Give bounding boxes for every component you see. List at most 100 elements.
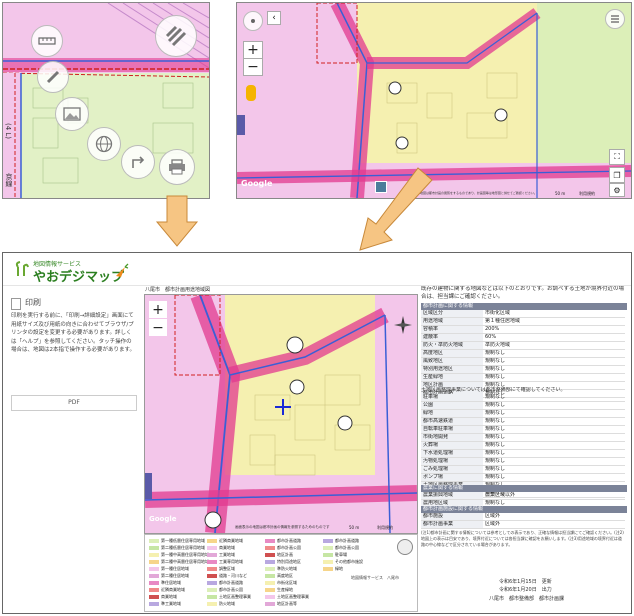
info-row: 都市施設 区域外 <box>421 513 625 521</box>
legend-swatch <box>265 567 275 571</box>
info-key: 市街地開発 <box>421 434 483 441</box>
legend-swatch <box>323 560 333 564</box>
print-preview-panel: 地図情報サービス やおデジマップ 印刷 印刷を実行する前に、「印刷→詳細設定」画… <box>2 252 632 614</box>
pdf-button[interactable]: PDF <box>11 395 137 411</box>
legend-item: 都市計画公園 <box>323 545 359 550</box>
legend-item: 工業専用地域 <box>207 559 243 564</box>
info-row-note: 土地区画整理事業については都市整備部にて確認してください。 <box>421 387 566 393</box>
info-value: 規制なし <box>485 426 506 432</box>
legend-label: 地区計画 <box>277 552 293 557</box>
legend-swatch <box>265 560 275 564</box>
main-map-graphic <box>145 295 417 533</box>
legend-swatch <box>265 602 275 606</box>
legend-swatch <box>265 588 275 592</box>
legend-swatch <box>207 560 217 564</box>
main-scale-text: 50 m <box>349 525 360 530</box>
legend-item: 都市計画公園 <box>265 545 301 550</box>
info-key: 都市施設 <box>421 513 483 520</box>
info-key: 自転車駐車場 <box>421 426 483 433</box>
legend-swatch <box>265 539 275 543</box>
legend-swatch <box>207 553 217 557</box>
main-map[interactable]: + − Google 画面表示の地図は都市計画の情報を参照するためのものです 5… <box>144 294 418 534</box>
legend-label: 防火地域 <box>219 601 235 606</box>
info-row: 生産緑地 規制なし <box>421 374 625 382</box>
legend-label: 都市計画道路 <box>335 538 359 543</box>
info-value: 規制なし <box>485 358 506 364</box>
info-value: 規制なし <box>485 366 506 372</box>
legend-label: 地区計画等 <box>277 601 297 606</box>
legend-note: 地図情報サービス 八尾市 <box>351 575 399 580</box>
legend-label: 都市計画公園 <box>219 587 243 592</box>
legend-swatch <box>207 567 217 571</box>
legend-label: 第二種住居地域 <box>161 573 189 578</box>
legend-swatch <box>207 546 217 550</box>
legend-swatch <box>149 574 159 578</box>
info-value: 規制なし <box>485 418 506 424</box>
info-table-2: 駐車場 規制なし 公園 規制なし 緑地 規制なし 都市高速鉄道 規制なし 自転車駐車場 規制なし市… <box>421 394 625 498</box>
info-value: 準防火地域 <box>485 342 511 348</box>
legend-item: 第一種中高層住居専用地域 <box>149 552 209 557</box>
legend-label: 近隣商業地域 <box>161 587 185 592</box>
main-map-footer: 画面表示の地図は都市計画の情報を参照するためのものです <box>235 525 330 529</box>
info-value: 規制なし <box>485 410 506 416</box>
legend-item: 都市計画道路 <box>265 538 301 543</box>
main-zoom-in-button[interactable]: + <box>149 301 167 318</box>
info-key: 都市高速鉄道 <box>421 418 483 425</box>
info-notes: (注1)都市計画に関する情報については参考としての表示であり、正確な情報は担当課… <box>421 530 624 547</box>
legend-label: 第一種低層住居専用地域 <box>161 538 205 543</box>
info-key: 公園 <box>421 402 483 409</box>
main-usage-link[interactable]: 利用規約 <box>377 525 393 531</box>
main-google-logo: Google <box>149 515 177 523</box>
app-header: 地図情報サービス やおデジマップ <box>3 253 631 286</box>
info-row: 公園 規制なし <box>421 402 625 410</box>
print-doc-icon <box>11 298 21 310</box>
legend-swatch <box>207 574 217 578</box>
brand-title[interactable]: やおデジマップ <box>33 266 124 285</box>
info-key: 建蔽率 <box>421 334 483 341</box>
info-row: 都市計画事業 区域外 <box>421 521 625 529</box>
legend-swatch <box>207 581 217 585</box>
info-value: 規制なし <box>485 402 506 408</box>
info-date-output: 令和6年1月20日 出力 <box>499 587 552 593</box>
info-key: 生産緑地 <box>421 374 483 381</box>
legend-label: 市街化区域 <box>277 580 297 585</box>
legend-swatch <box>149 602 159 606</box>
legend-label: 土地区画整理事業 <box>219 594 251 599</box>
legend-label: 調整区域 <box>219 566 235 571</box>
legend-item: 防火地域 <box>207 601 235 606</box>
main-zoom-out-button[interactable]: − <box>149 319 167 336</box>
info-row: 下水道処理場 規制なし <box>421 450 625 458</box>
legend-label: 第二種中高層住居専用地域 <box>161 559 209 564</box>
info-row: ポンプ場 規制なし <box>421 474 625 482</box>
legend-label: 第二種低層住居専用地域 <box>161 545 205 550</box>
info-row: 汚物処理場 規制なし <box>421 458 625 466</box>
legend-label: 工業専用地域 <box>219 559 243 564</box>
legend-label: 準工業地域 <box>161 601 181 606</box>
legend-swatch <box>265 581 275 585</box>
info-value: 規制なし <box>485 458 506 464</box>
info-key: 緑地 <box>421 410 483 417</box>
legend-swatch <box>207 595 217 599</box>
brand-carrot-icon <box>116 263 129 277</box>
info-row: 風致地区 規制なし <box>421 358 625 366</box>
legend-label: 土地区画整理事業 <box>277 594 309 599</box>
info-table-1: 区域区分 市街化区域 用途地域 第１種住居地域 容積率 200% 建蔽率 60% 防火・準防火地… <box>421 310 625 398</box>
legend-swatch <box>149 588 159 592</box>
legend-item: 第一種住居地域 <box>149 566 189 571</box>
info-key: 下水道処理場 <box>421 450 483 457</box>
info-row: 用途地域 第１種住居地域 <box>421 318 625 326</box>
legend-label: 都市計画公園 <box>335 545 359 550</box>
legend-item: 都市計画公園 <box>207 587 243 592</box>
legend-label: 第一種住居地域 <box>161 566 189 571</box>
legend-label: 駐車場 <box>335 552 347 557</box>
info-key: 農業振興地域 <box>421 492 483 499</box>
info-value: 規制なし <box>485 394 506 400</box>
info-row: 防火・準防火地域 準防火地域 <box>421 342 625 350</box>
info-key: 汚物処理場 <box>421 458 483 465</box>
info-value: 200% <box>485 326 500 332</box>
legend-item: 第二種住居地域 <box>149 573 189 578</box>
legend-label: その他都市施設 <box>335 559 363 564</box>
info-key: 用途地域 <box>421 318 483 325</box>
info-value: 農業区域以外 <box>485 492 516 498</box>
info-key: ごみ処理場 <box>421 466 483 473</box>
